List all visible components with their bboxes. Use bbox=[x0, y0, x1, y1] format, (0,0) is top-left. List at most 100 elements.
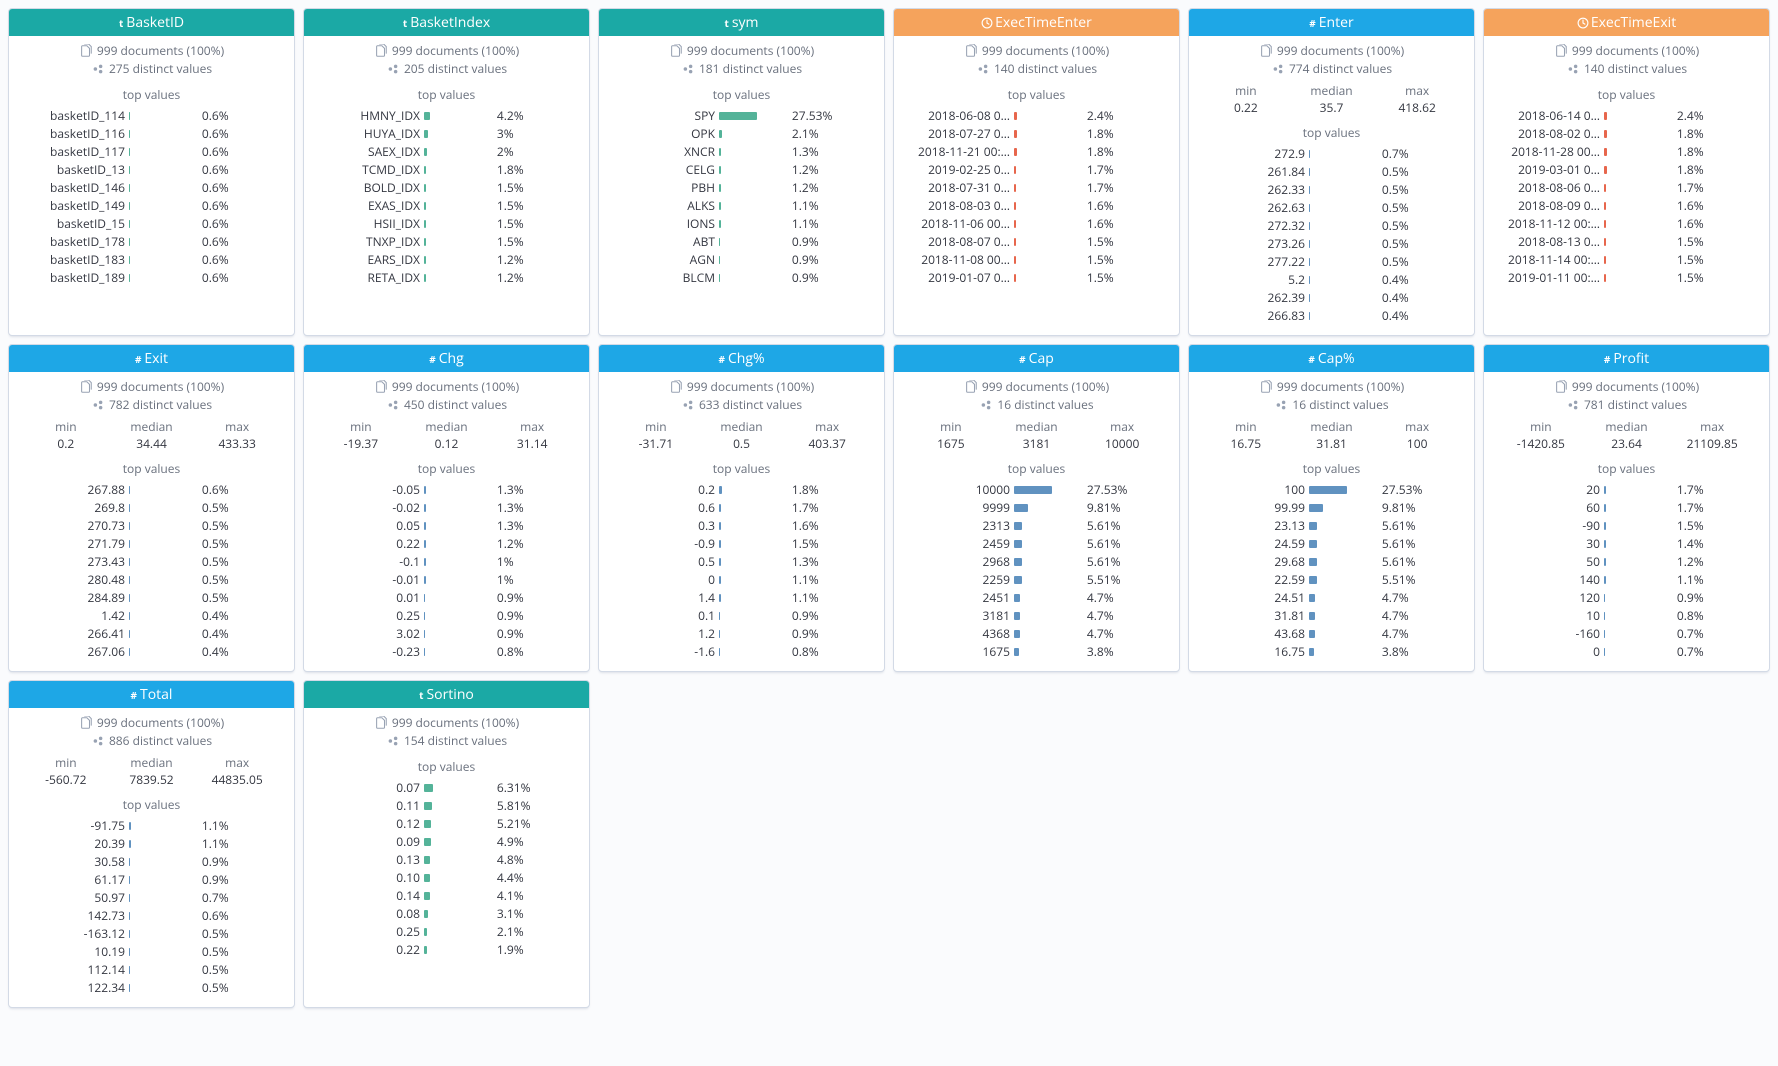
top-value-row[interactable]: 29685.61% bbox=[904, 553, 1169, 571]
top-value-row[interactable]: 2018-08-06 0…1.7% bbox=[1494, 179, 1759, 197]
top-value-row[interactable]: -163.120.5% bbox=[19, 925, 284, 943]
top-value-row[interactable]: 29.685.61% bbox=[1199, 553, 1464, 571]
top-value-row[interactable]: TNXP_IDX1.5% bbox=[314, 233, 579, 251]
top-value-row[interactable]: 2018-08-03 0…1.6% bbox=[904, 197, 1169, 215]
top-value-row[interactable]: -0.11% bbox=[314, 553, 579, 571]
top-value-row[interactable]: -0.91.5% bbox=[609, 535, 874, 553]
top-value-row[interactable]: 20.391.1% bbox=[19, 835, 284, 853]
top-value-row[interactable]: 262.330.5% bbox=[1199, 181, 1464, 199]
top-value-row[interactable]: 99.999.81% bbox=[1199, 499, 1464, 517]
top-value-row[interactable]: 100.8% bbox=[1494, 607, 1759, 625]
top-value-row[interactable]: basketID_1140.6% bbox=[19, 107, 284, 125]
top-value-row[interactable]: 0.076.31% bbox=[314, 779, 579, 797]
field-header[interactable]: tsym bbox=[599, 9, 884, 36]
field-card[interactable]: #Profit999 documents (100%)781 distinct … bbox=[1483, 344, 1770, 672]
top-value-row[interactable]: 2018-07-31 0…1.7% bbox=[904, 179, 1169, 197]
top-value-row[interactable]: 270.730.5% bbox=[19, 517, 284, 535]
field-header[interactable]: #Chg% bbox=[599, 345, 884, 372]
top-value-row[interactable]: -91.751.1% bbox=[19, 817, 284, 835]
field-header[interactable]: tSortino bbox=[304, 681, 589, 708]
top-value-row[interactable]: 2018-11-14 00:…1.5% bbox=[1494, 251, 1759, 269]
top-value-row[interactable]: 0.51.3% bbox=[609, 553, 874, 571]
top-value-row[interactable]: SPY27.53% bbox=[609, 107, 874, 125]
top-value-row[interactable]: 24.595.61% bbox=[1199, 535, 1464, 553]
top-value-row[interactable]: 61.170.9% bbox=[19, 871, 284, 889]
top-value-row[interactable]: basketID_1890.6% bbox=[19, 269, 284, 287]
top-value-row[interactable]: 272.320.5% bbox=[1199, 217, 1464, 235]
top-value-row[interactable]: 2018-11-08 00…1.5% bbox=[904, 251, 1169, 269]
top-value-row[interactable]: 1000027.53% bbox=[904, 481, 1169, 499]
top-value-row[interactable]: 280.480.5% bbox=[19, 571, 284, 589]
top-value-row[interactable]: 24595.61% bbox=[904, 535, 1169, 553]
top-value-row[interactable]: 0.250.9% bbox=[314, 607, 579, 625]
top-value-row[interactable]: 0.31.6% bbox=[609, 517, 874, 535]
top-value-row[interactable]: 0.221.9% bbox=[314, 941, 579, 959]
top-value-row[interactable]: 10.190.5% bbox=[19, 943, 284, 961]
field-card[interactable]: #Enter999 documents (100%)774 distinct v… bbox=[1188, 8, 1475, 336]
top-value-row[interactable]: 0.61.7% bbox=[609, 499, 874, 517]
top-value-row[interactable]: 0.134.8% bbox=[314, 851, 579, 869]
top-value-row[interactable]: 2018-07-27 0…1.8% bbox=[904, 125, 1169, 143]
top-value-row[interactable]: -901.5% bbox=[1494, 517, 1759, 535]
top-value-row[interactable]: 266.830.4% bbox=[1199, 307, 1464, 325]
top-value-row[interactable]: EXAS_IDX1.5% bbox=[314, 197, 579, 215]
field-card[interactable]: #Cap999 documents (100%)16 distinct valu… bbox=[893, 344, 1180, 672]
field-header[interactable]: #Chg bbox=[304, 345, 589, 372]
top-value-row[interactable]: ALKS1.1% bbox=[609, 197, 874, 215]
field-card[interactable]: tBasketID999 documents (100%)275 distinc… bbox=[8, 8, 295, 336]
top-value-row[interactable]: 5.20.4% bbox=[1199, 271, 1464, 289]
field-header[interactable]: #Cap bbox=[894, 345, 1179, 372]
top-value-row[interactable]: 1401.1% bbox=[1494, 571, 1759, 589]
top-value-row[interactable]: 142.730.6% bbox=[19, 907, 284, 925]
top-value-row[interactable]: -1600.7% bbox=[1494, 625, 1759, 643]
top-value-row[interactable]: basketID_130.6% bbox=[19, 161, 284, 179]
top-value-row[interactable]: 2018-08-13 0…1.5% bbox=[1494, 233, 1759, 251]
top-value-row[interactable]: 122.340.5% bbox=[19, 979, 284, 997]
top-value-row[interactable]: 2018-06-08 0…2.4% bbox=[904, 107, 1169, 125]
top-value-row[interactable]: 2019-02-25 0…1.7% bbox=[904, 161, 1169, 179]
top-value-row[interactable]: 1.20.9% bbox=[609, 625, 874, 643]
top-value-row[interactable]: ABT0.9% bbox=[609, 233, 874, 251]
top-value-row[interactable]: basketID_1160.6% bbox=[19, 125, 284, 143]
top-value-row[interactable]: basketID_1780.6% bbox=[19, 233, 284, 251]
top-value-row[interactable]: 2019-03-01 0…1.8% bbox=[1494, 161, 1759, 179]
top-value-row[interactable]: HSII_IDX1.5% bbox=[314, 215, 579, 233]
field-card[interactable]: #Total999 documents (100%)886 distinct v… bbox=[8, 680, 295, 1008]
top-value-row[interactable]: 23.135.61% bbox=[1199, 517, 1464, 535]
top-value-row[interactable]: EARS_IDX1.2% bbox=[314, 251, 579, 269]
field-card[interactable]: #Cap%999 documents (100%)16 distinct val… bbox=[1188, 344, 1475, 672]
field-card[interactable]: #Chg999 documents (100%)450 distinct val… bbox=[303, 344, 590, 672]
top-value-row[interactable]: 301.4% bbox=[1494, 535, 1759, 553]
top-value-row[interactable]: 2019-01-11 00:…1.5% bbox=[1494, 269, 1759, 287]
top-value-row[interactable]: 0.10.9% bbox=[609, 607, 874, 625]
top-value-row[interactable]: 1200.9% bbox=[1494, 589, 1759, 607]
top-value-row[interactable]: -0.051.3% bbox=[314, 481, 579, 499]
top-value-row[interactable]: 2018-08-02 0…1.8% bbox=[1494, 125, 1759, 143]
top-value-row[interactable]: basketID_150.6% bbox=[19, 215, 284, 233]
top-value-row[interactable]: 261.840.5% bbox=[1199, 163, 1464, 181]
top-value-row[interactable]: 2018-11-06 00…1.6% bbox=[904, 215, 1169, 233]
top-value-row[interactable]: 266.410.4% bbox=[19, 625, 284, 643]
top-value-row[interactable]: 284.890.5% bbox=[19, 589, 284, 607]
top-value-row[interactable]: 269.80.5% bbox=[19, 499, 284, 517]
top-value-row[interactable]: 0.252.1% bbox=[314, 923, 579, 941]
top-value-row[interactable]: 01.1% bbox=[609, 571, 874, 589]
field-header[interactable]: ExecTimeExit bbox=[1484, 9, 1769, 36]
top-value-row[interactable]: TCMD_IDX1.8% bbox=[314, 161, 579, 179]
field-card[interactable]: ExecTimeEnter999 documents (100%)140 dis… bbox=[893, 8, 1180, 336]
field-card[interactable]: ExecTimeExit999 documents (100%)140 dist… bbox=[1483, 8, 1770, 336]
top-value-row[interactable]: HMNY_IDX4.2% bbox=[314, 107, 579, 125]
top-value-row[interactable]: 10027.53% bbox=[1199, 481, 1464, 499]
top-value-row[interactable]: 16.753.8% bbox=[1199, 643, 1464, 661]
field-header[interactable]: #Exit bbox=[9, 345, 294, 372]
top-value-row[interactable]: 2018-11-12 00:…1.6% bbox=[1494, 215, 1759, 233]
top-value-row[interactable]: 501.2% bbox=[1494, 553, 1759, 571]
top-value-row[interactable]: 2018-06-14 0…2.4% bbox=[1494, 107, 1759, 125]
top-value-row[interactable]: HUYA_IDX3% bbox=[314, 125, 579, 143]
field-card[interactable]: #Exit999 documents (100%)782 distinct va… bbox=[8, 344, 295, 672]
top-value-row[interactable]: 50.970.7% bbox=[19, 889, 284, 907]
top-value-row[interactable]: 16753.8% bbox=[904, 643, 1169, 661]
top-value-row[interactable]: 0.125.21% bbox=[314, 815, 579, 833]
top-value-row[interactable]: -1.60.8% bbox=[609, 643, 874, 661]
field-header[interactable]: #Profit bbox=[1484, 345, 1769, 372]
